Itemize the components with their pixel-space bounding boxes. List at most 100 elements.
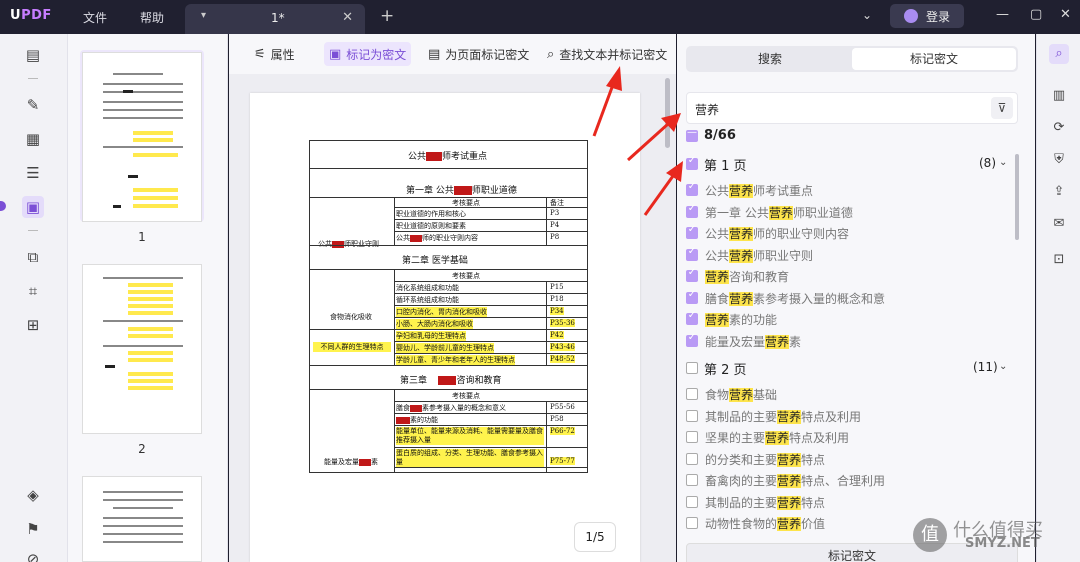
new-tab-icon[interactable]: + bbox=[380, 6, 394, 26]
page-1-result-checkbox[interactable]: ✓ bbox=[686, 332, 698, 347]
page-2-result-item[interactable]: 其制品的主要营养特点 bbox=[705, 494, 825, 511]
tab-redact[interactable]: 标记密文 bbox=[852, 48, 1016, 70]
page-2-count: (11) bbox=[973, 360, 998, 374]
thumbnail-page-1[interactable] bbox=[80, 50, 204, 222]
convert-icon[interactable]: ⟳ bbox=[1049, 118, 1069, 138]
document-view: ⚟ 属性 ▣ 标记为密文 ▤ 为页面标记密文 ⌕ 查找文本并标记密文 公共 师考试… bbox=[229, 34, 676, 562]
document-table: 公共 师考试重点 第一章 公共 师职业道德 考核要点 备注 职业道德的作用和核心 P… bbox=[309, 140, 588, 473]
ocr-icon[interactable]: ▥ bbox=[1049, 86, 1069, 106]
protect-icon[interactable]: ⛨ bbox=[1049, 150, 1069, 170]
redact-toolbar: ⚟ 属性 ▣ 标记为密文 ▤ 为页面标记密文 ⌕ 查找文本并标记密文 bbox=[229, 34, 676, 74]
page-2-result-item[interactable]: 畜禽肉的主要营养特点、合理利用 bbox=[705, 472, 885, 489]
page-1-group-label: 第 1 页 bbox=[704, 159, 747, 174]
sliders-icon: ⚟ bbox=[254, 46, 266, 62]
page-1-result-item[interactable]: 营养咨询和教育 bbox=[705, 268, 789, 285]
search-icon[interactable]: ⌕ bbox=[1049, 44, 1069, 64]
tab-search[interactable]: 搜索 bbox=[688, 48, 852, 70]
page-2-result-checkbox[interactable] bbox=[686, 431, 698, 443]
page-2-checkbox[interactable] bbox=[686, 362, 698, 374]
mark-redaction-button[interactable]: ▣ 标记为密文 bbox=[324, 42, 412, 66]
page-1-result-checkbox[interactable]: ✓ bbox=[686, 224, 698, 239]
document-tab[interactable]: ▾ 1* ✕ bbox=[185, 4, 365, 34]
email-icon[interactable]: ✉ bbox=[1049, 214, 1069, 234]
redact-tool-icon[interactable]: ▣ bbox=[22, 196, 44, 218]
tools-icon[interactable]: ⊞ bbox=[22, 314, 44, 336]
search-input[interactable]: 营养 ⊽ bbox=[686, 92, 1018, 124]
menu-file[interactable]: 文件 bbox=[83, 9, 107, 26]
crop-icon[interactable]: ⌗ bbox=[22, 280, 44, 302]
thumbnail-preview bbox=[82, 52, 202, 222]
page-1-result-checkbox[interactable]: ✓ bbox=[686, 181, 698, 196]
page-1-result-item[interactable]: 膳食营养素参考摄入量的概念和意 bbox=[705, 290, 885, 307]
form-icon[interactable]: ☰ bbox=[22, 162, 44, 184]
watermark-logo: 值 bbox=[913, 518, 947, 552]
chevron-down-icon[interactable]: ⌄ bbox=[862, 8, 872, 22]
organize-pages-icon[interactable]: ⧉ bbox=[22, 246, 44, 268]
search-document-icon: ⌕ bbox=[547, 46, 555, 62]
page-1-result-item[interactable]: 营养素的功能 bbox=[705, 311, 777, 328]
reader-icon[interactable]: ▤ bbox=[22, 44, 44, 66]
mark-page-redaction-button[interactable]: ▤ 为页面标记密文 bbox=[423, 42, 534, 66]
filter-icon[interactable]: ⊽ bbox=[991, 97, 1013, 119]
save-icon[interactable]: ⊡ bbox=[1049, 250, 1069, 270]
menu-help[interactable]: 帮助 bbox=[140, 9, 164, 26]
page-2-result-item[interactable]: 动物性食物的营养价值 bbox=[705, 515, 825, 532]
rail-divider bbox=[28, 78, 38, 79]
page-2-result-item[interactable]: 其制品的主要营养特点及利用 bbox=[705, 408, 861, 425]
page-1-result-item[interactable]: 能量及宏量营养素 bbox=[705, 333, 801, 350]
page-2-result-checkbox[interactable] bbox=[686, 452, 698, 465]
page-1-result-item[interactable]: 公共营养师的职业守则内容 bbox=[705, 225, 849, 242]
panel-tabs: 搜索 标记密文 bbox=[686, 46, 1018, 72]
page-2-result-checkbox[interactable] bbox=[686, 495, 698, 508]
thumbnail-preview bbox=[82, 264, 202, 434]
thumbnail-page-2[interactable] bbox=[80, 262, 204, 434]
comment-icon[interactable]: ✎ bbox=[22, 94, 44, 116]
share-icon[interactable]: ⇪ bbox=[1049, 182, 1069, 202]
redact-search-panel: 搜索 标记密文 营养 ⊽ — 8/66 ✓ 第 1 页 (8) ⌄ ✓ 公共营养师… bbox=[677, 34, 1035, 562]
page-1-result-item[interactable]: 公共营养师职业守则 bbox=[705, 247, 813, 264]
page-1-result-checkbox[interactable]: ✓ bbox=[686, 246, 698, 261]
attachment-icon[interactable]: ⊘ bbox=[22, 548, 44, 562]
page-2-result-checkbox[interactable] bbox=[686, 388, 698, 400]
page-indicator[interactable]: 1/5 bbox=[574, 522, 616, 552]
thumbnail-panel: 1 2 bbox=[68, 34, 228, 562]
login-button[interactable]: 登录 bbox=[890, 4, 964, 28]
minimize-icon[interactable]: — bbox=[996, 7, 1009, 22]
page-1-checkbox[interactable]: ✓ bbox=[686, 155, 698, 170]
page-icon: ▤ bbox=[428, 46, 441, 62]
chevron-down-icon[interactable]: ⌄ bbox=[999, 361, 1007, 372]
tab-title: 1* bbox=[271, 11, 285, 25]
close-window-icon[interactable]: ✕ bbox=[1060, 7, 1071, 22]
properties-button[interactable]: ⚟ 属性 bbox=[249, 42, 300, 66]
page-2-result-item[interactable]: 食物营养基础 bbox=[705, 386, 777, 403]
chapter-2-heading: 第二章 医学基础 bbox=[402, 256, 468, 266]
page-2-result-checkbox[interactable] bbox=[686, 474, 698, 486]
maximize-icon[interactable]: ▢ bbox=[1030, 7, 1042, 22]
doc-title: 公共 师考试重点 bbox=[408, 152, 488, 162]
rail-divider bbox=[28, 230, 38, 231]
page-1-result-checkbox[interactable]: ✓ bbox=[686, 289, 698, 304]
page-1-result-item[interactable]: 公共营养师考试重点 bbox=[705, 182, 813, 199]
thumbnail-page-3[interactable] bbox=[80, 474, 204, 562]
page-1-result-checkbox[interactable]: ✓ bbox=[686, 267, 698, 282]
tab-dropdown-icon[interactable]: ▾ bbox=[201, 10, 206, 21]
layers-icon[interactable]: ◈ bbox=[22, 484, 44, 506]
thumbnail-preview bbox=[82, 476, 202, 562]
right-tool-rail: ⌕ ▥ ⟳ ⛨ ⇪ ✉ ⊡ bbox=[1036, 34, 1080, 562]
page-1-count: (8) bbox=[979, 156, 996, 170]
bookmark-icon[interactable]: ⚑ bbox=[22, 518, 44, 540]
page-2-result-checkbox[interactable] bbox=[686, 409, 698, 422]
page-2-result-item[interactable]: 坚果的主要营养特点及利用 bbox=[705, 429, 849, 446]
page-1-result-item[interactable]: 第一章 公共营养师职业道德 bbox=[705, 204, 853, 221]
page-1-result-checkbox[interactable]: ✓ bbox=[686, 310, 698, 325]
edit-icon[interactable]: ▦ bbox=[22, 128, 44, 150]
close-tab-icon[interactable]: ✕ bbox=[342, 10, 353, 25]
page-1-result-checkbox[interactable]: ✓ bbox=[686, 203, 698, 218]
find-and-redact-button[interactable]: ⌕ 查找文本并标记密文 bbox=[542, 42, 672, 66]
results-scrollbar[interactable] bbox=[1015, 154, 1019, 240]
vertical-scrollbar[interactable] bbox=[665, 78, 670, 148]
page-2-result-checkbox[interactable] bbox=[686, 517, 698, 529]
chevron-down-icon[interactable]: ⌄ bbox=[999, 157, 1007, 168]
page-2-result-item[interactable]: 的分类和主要营养特点 bbox=[705, 451, 825, 468]
select-all-checkbox[interactable]: — bbox=[686, 127, 698, 142]
